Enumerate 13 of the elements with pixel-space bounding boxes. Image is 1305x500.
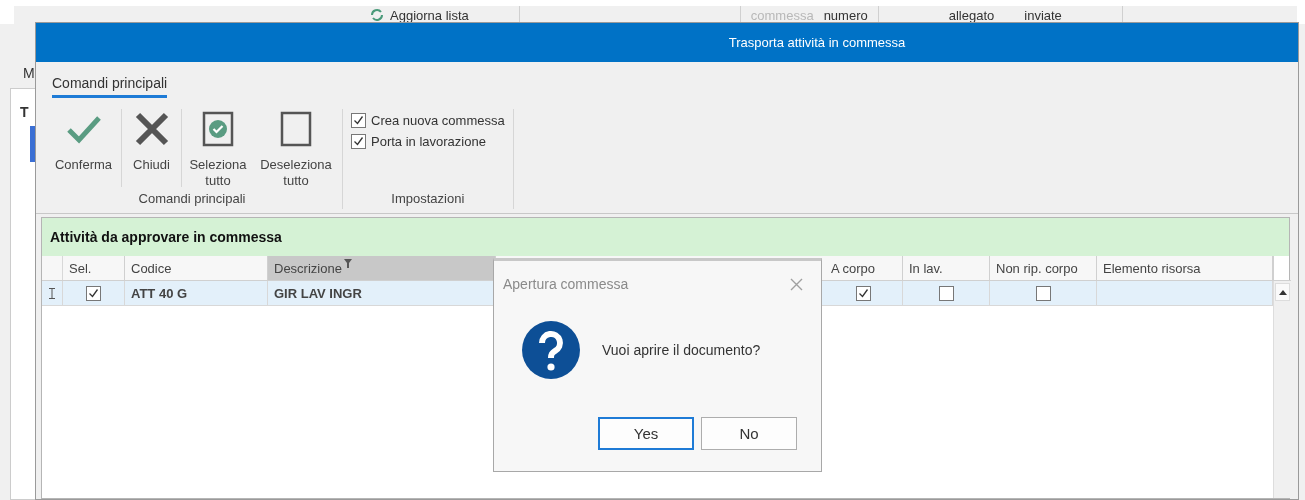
- side-text: T: [20, 104, 29, 120]
- message-box-title: Apertura commessa: [503, 276, 629, 292]
- table-cell: ATT 40 G: [125, 281, 268, 305]
- group-label: Comandi principali: [137, 191, 247, 208]
- group-label: Impostazioni: [390, 191, 466, 208]
- column-header: inviate: [1024, 7, 1062, 23]
- column-header: commessa: [750, 7, 814, 23]
- grid-title: Attività da approvare in commessa: [42, 218, 1289, 256]
- column-header: numero: [823, 7, 868, 23]
- column-header: allegato: [948, 7, 995, 23]
- message-text: Vuoi aprire il documento?: [602, 342, 761, 358]
- window-title: Trasporta attività in commessa: [728, 35, 906, 50]
- side-text: M: [23, 65, 35, 81]
